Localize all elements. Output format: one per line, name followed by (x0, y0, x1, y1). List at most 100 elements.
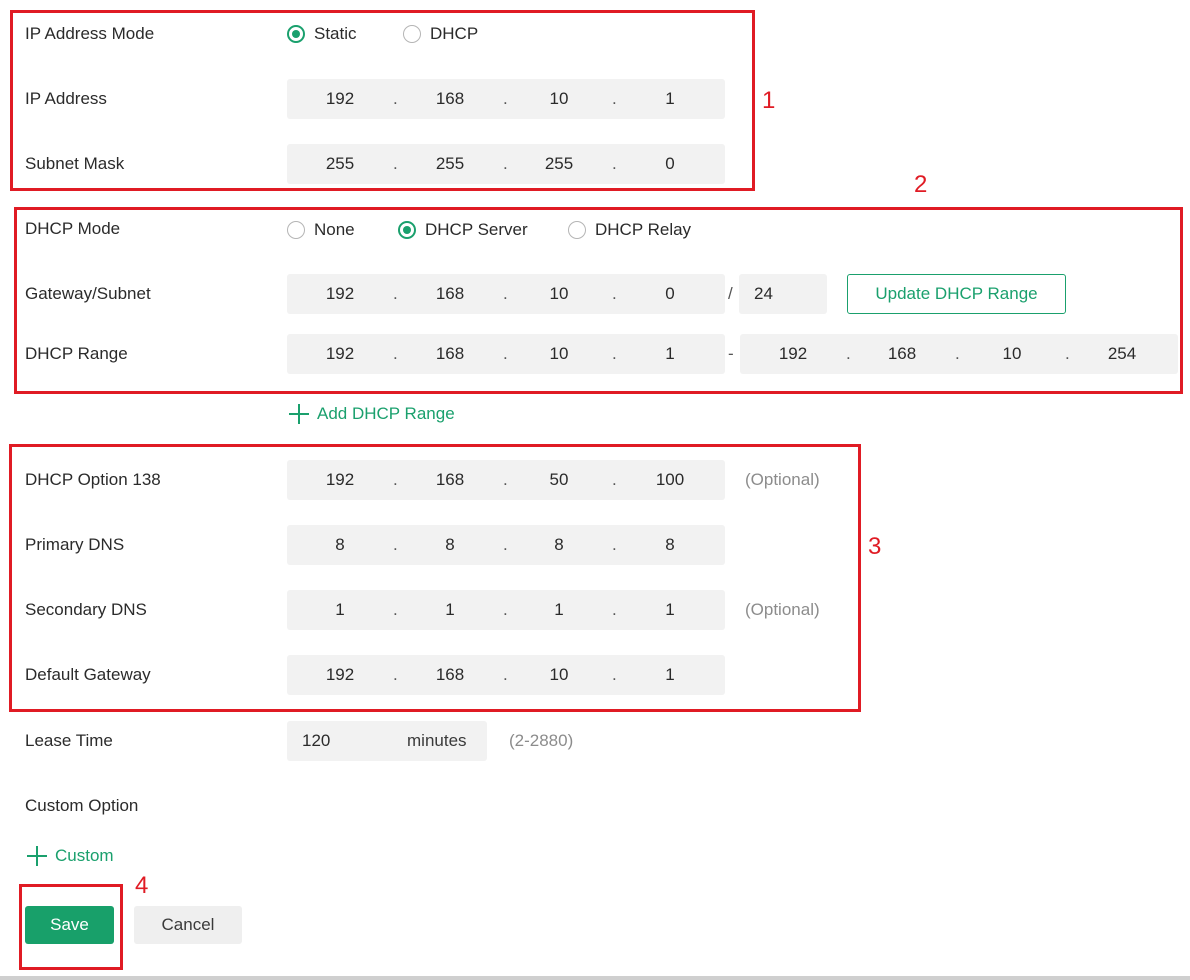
octet[interactable]: 192 (310, 284, 370, 304)
radio-static[interactable]: Static (287, 23, 357, 45)
octet[interactable]: 10 (982, 344, 1042, 364)
octet[interactable]: 168 (420, 665, 480, 685)
radio-unchecked-icon (403, 25, 421, 43)
octet[interactable]: 1 (420, 600, 480, 620)
octet[interactable]: 254 (1092, 344, 1152, 364)
add-custom-option-link[interactable]: Custom (27, 846, 114, 866)
dot-separator: . (612, 344, 617, 363)
octet[interactable]: 8 (420, 535, 480, 555)
bottom-border (0, 976, 1190, 980)
prefix-length-value: 24 (754, 284, 773, 303)
octet[interactable]: 0 (640, 154, 700, 174)
octet[interactable]: 192 (310, 89, 370, 109)
dot-separator: . (1065, 344, 1070, 363)
optional-hint: (Optional) (745, 600, 820, 619)
default-gateway-input[interactable]: 192 . 168 . 10 . 1 (287, 655, 725, 695)
default-gateway-label: Default Gateway (25, 665, 151, 684)
radio-dhcp-relay[interactable]: DHCP Relay (568, 219, 691, 241)
octet[interactable]: 192 (763, 344, 823, 364)
dhcp-option-138-label: DHCP Option 138 (25, 470, 161, 489)
gateway-subnet-label: Gateway/Subnet (25, 284, 151, 303)
dot-separator: . (393, 284, 398, 303)
octet[interactable]: 255 (529, 154, 589, 174)
dot-separator: . (393, 665, 398, 684)
lease-time-input[interactable]: 120 minutes (287, 721, 487, 761)
radio-dhcp-server[interactable]: DHCP Server (398, 219, 528, 241)
octet[interactable]: 50 (529, 470, 589, 490)
octet[interactable]: 8 (529, 535, 589, 555)
dot-separator: . (503, 284, 508, 303)
lease-time-value: 120 (302, 731, 331, 750)
octet[interactable]: 1 (640, 344, 700, 364)
dhcp-range-start-input[interactable]: 192 . 168 . 10 . 1 (287, 334, 725, 374)
ip-address-input[interactable]: 192 . 168 . 10 . 1 (287, 79, 725, 119)
update-dhcp-range-button[interactable]: Update DHCP Range (847, 274, 1066, 314)
octet[interactable]: 192 (310, 344, 370, 364)
octet[interactable]: 8 (310, 535, 370, 555)
octet[interactable]: 168 (872, 344, 932, 364)
octet[interactable]: 168 (420, 470, 480, 490)
octet[interactable]: 255 (310, 154, 370, 174)
secondary-dns-input[interactable]: 1 . 1 . 1 . 1 (287, 590, 725, 630)
save-button[interactable]: Save (25, 906, 114, 944)
dot-separator: . (393, 154, 398, 173)
octet[interactable]: 10 (529, 344, 589, 364)
octet[interactable]: 1 (640, 600, 700, 620)
annotation-number-4: 4 (135, 872, 149, 899)
add-dhcp-range-label: Add DHCP Range (317, 404, 455, 423)
octet[interactable]: 255 (420, 154, 480, 174)
gateway-input[interactable]: 192 . 168 . 10 . 0 (287, 274, 725, 314)
radio-unchecked-icon (568, 221, 586, 239)
prefix-length-input[interactable]: 24 (739, 274, 827, 314)
lease-time-unit: minutes (407, 731, 467, 750)
dot-separator: . (503, 470, 508, 489)
dot-separator: . (393, 344, 398, 363)
octet[interactable]: 1 (310, 600, 370, 620)
octet[interactable]: 1 (640, 665, 700, 685)
radio-unchecked-icon (287, 221, 305, 239)
dot-separator: . (846, 344, 851, 363)
dot-separator: . (612, 535, 617, 554)
dot-separator: . (612, 154, 617, 173)
plus-icon (289, 404, 309, 424)
lease-time-range-hint: (2-2880) (509, 731, 574, 750)
subnet-mask-label: Subnet Mask (25, 154, 125, 173)
radio-none[interactable]: None (287, 219, 355, 241)
octet[interactable]: 10 (529, 284, 589, 304)
plus-icon (27, 846, 47, 866)
primary-dns-input[interactable]: 8 . 8 . 8 . 8 (287, 525, 725, 565)
cancel-button[interactable]: Cancel (134, 906, 242, 944)
dot-separator: . (393, 89, 398, 108)
dot-separator: . (503, 344, 508, 363)
octet[interactable]: 100 (640, 470, 700, 490)
dot-separator: . (612, 89, 617, 108)
octet[interactable]: 192 (310, 665, 370, 685)
octet[interactable]: 8 (640, 535, 700, 555)
custom-option-label: Custom Option (25, 796, 139, 815)
prefix-slash: / (728, 284, 733, 303)
octet[interactable]: 10 (529, 665, 589, 685)
dhcp-mode-label: DHCP Mode (25, 219, 121, 238)
dhcp-option-138-input[interactable]: 192 . 168 . 50 . 100 (287, 460, 725, 500)
dot-separator: . (393, 535, 398, 554)
add-dhcp-range-link[interactable]: Add DHCP Range (289, 404, 455, 424)
dot-separator: . (503, 89, 508, 108)
octet[interactable]: 10 (529, 89, 589, 109)
octet[interactable]: 1 (529, 600, 589, 620)
radio-dhcp-server-label: DHCP Server (425, 220, 528, 239)
dhcp-range-end-input[interactable]: 192 . 168 . 10 . 254 (740, 334, 1178, 374)
radio-static-label: Static (314, 24, 357, 43)
radio-none-label: None (314, 220, 355, 239)
octet[interactable]: 168 (420, 89, 480, 109)
octet[interactable]: 168 (420, 284, 480, 304)
octet[interactable]: 0 (640, 284, 700, 304)
octet[interactable]: 192 (310, 470, 370, 490)
subnet-mask-input[interactable]: 255 . 255 . 255 . 0 (287, 144, 725, 184)
range-separator: - (728, 344, 734, 363)
octet[interactable]: 168 (420, 344, 480, 364)
dot-separator: . (393, 470, 398, 489)
radio-dhcp[interactable]: DHCP (403, 23, 478, 45)
annotation-number-1: 1 (762, 87, 776, 114)
lease-time-label: Lease Time (25, 731, 113, 750)
octet[interactable]: 1 (640, 89, 700, 109)
